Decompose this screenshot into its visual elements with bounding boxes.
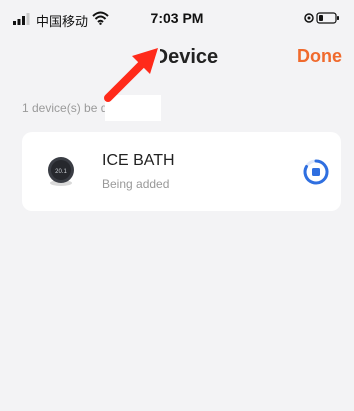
done-button[interactable]: Done	[297, 46, 342, 67]
loading-spinner-icon	[303, 159, 329, 185]
device-card[interactable]: 20.1 ICE BATH Being added	[22, 132, 341, 211]
nav-bar: d Device Done	[0, 36, 354, 80]
device-thumbnail: 20.1	[48, 157, 74, 186]
device-thumb-text: 20.1	[55, 169, 67, 175]
section-label: 1 device(s) be d	[22, 101, 108, 115]
device-name: ICE BATH	[102, 152, 175, 169]
red-arrow-icon	[104, 48, 158, 102]
device-status: Being added	[102, 177, 170, 191]
status-time: 7:03 PM	[150, 10, 204, 26]
status-bar: 中国移动 7:03 PM	[0, 0, 354, 36]
battery-icon	[304, 12, 339, 24]
